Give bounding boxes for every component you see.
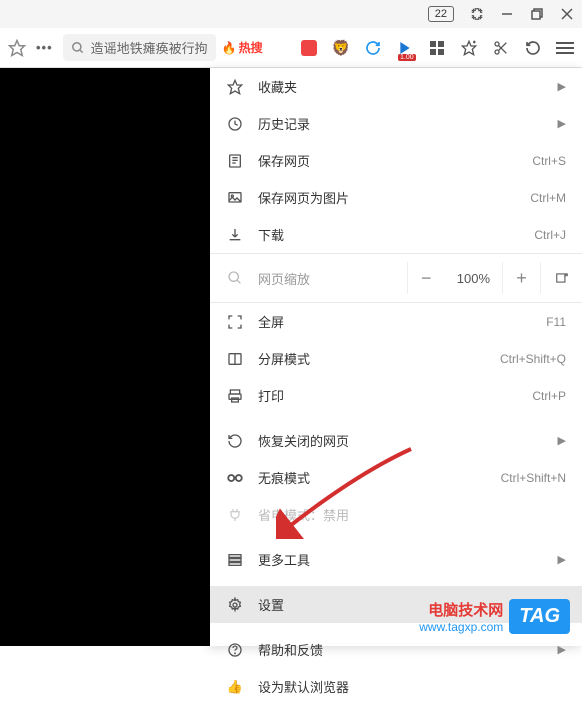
- image-icon: [226, 189, 244, 207]
- menu-item-incognito[interactable]: 无痕模式 Ctrl+Shift+N: [210, 459, 582, 496]
- menu-label: 设为默认浏览器: [258, 677, 566, 696]
- thumbs-up-icon: 👍: [226, 678, 244, 696]
- menu-item-save-page[interactable]: 保存网页 Ctrl+S: [210, 142, 582, 179]
- menu-label: 全屏: [258, 312, 532, 331]
- menu-label: 更多工具: [258, 550, 544, 569]
- fullscreen-icon: [226, 313, 244, 331]
- close-button[interactable]: [560, 7, 574, 21]
- menu-label: 历史记录: [258, 114, 544, 133]
- star-icon: [226, 78, 244, 96]
- help-icon: [226, 641, 244, 659]
- menu-label: 保存网页: [258, 151, 518, 170]
- content-area: 收藏夹 ▶ 历史记录 ▶ 保存网页 Ctrl+S 保存网页为图片 Ctrl+M: [0, 68, 582, 646]
- extension-icon[interactable]: [470, 7, 484, 21]
- main-menu-dropdown: 收藏夹 ▶ 历史记录 ▶ 保存网页 Ctrl+S 保存网页为图片 Ctrl+M: [210, 68, 582, 646]
- gear-icon: [226, 596, 244, 614]
- menu-item-favorites[interactable]: 收藏夹 ▶: [210, 68, 582, 105]
- menu-shortcut: Ctrl+P: [532, 389, 566, 403]
- menu-item-print[interactable]: 打印 Ctrl+P: [210, 377, 582, 414]
- chevron-right-icon: ▶: [558, 643, 566, 656]
- watermark: 电脑技术网 www.tagxp.com TAG: [419, 599, 570, 634]
- chevron-right-icon: ▶: [558, 80, 566, 93]
- apps-grid-icon[interactable]: [428, 39, 446, 57]
- menu-item-history[interactable]: 历史记录 ▶: [210, 105, 582, 142]
- more-options[interactable]: •••: [32, 40, 57, 55]
- menu-item-split-screen[interactable]: 分屏模式 Ctrl+Shift+Q: [210, 340, 582, 377]
- minimize-button[interactable]: [500, 7, 514, 21]
- menu-item-more-tools[interactable]: 更多工具 ▶: [210, 541, 582, 578]
- hot-search-badge[interactable]: 🔥 热搜: [222, 39, 263, 56]
- menu-shortcut: Ctrl+Shift+Q: [500, 352, 566, 366]
- flame-icon: 🔥: [222, 41, 237, 55]
- scissors-icon[interactable]: [492, 39, 510, 57]
- search-box[interactable]: 造谣地铁瘫痪被行拘: [63, 34, 216, 61]
- tag-badge: TAG: [509, 599, 570, 634]
- video-icon[interactable]: [396, 39, 414, 57]
- search-text: 造谣地铁瘫痪被行拘: [91, 38, 208, 57]
- menu-label: 收藏夹: [258, 77, 544, 96]
- menu-item-restore-closed[interactable]: 恢复关闭的网页 ▶: [210, 422, 582, 459]
- undo-icon[interactable]: [524, 39, 542, 57]
- menu-label: 保存网页为图片: [258, 188, 516, 207]
- watermark-url: www.tagxp.com: [419, 620, 503, 634]
- menu-item-help[interactable]: 帮助和反馈 ▶: [210, 631, 582, 668]
- lion-icon[interactable]: 🦁: [332, 39, 350, 57]
- menu-item-power-save[interactable]: 省电模式：禁用: [210, 496, 582, 533]
- zoom-in-button[interactable]: +: [502, 262, 540, 294]
- plug-icon: [226, 506, 244, 524]
- zoom-expand-button[interactable]: [540, 262, 582, 294]
- shield-icon[interactable]: [300, 39, 318, 57]
- menu-label: 下载: [258, 225, 520, 244]
- zoom-search-icon: [226, 269, 244, 287]
- menu-label: 无痕模式: [258, 468, 487, 487]
- window-controls: 22: [0, 0, 582, 28]
- browser-toolbar: ••• 造谣地铁瘫痪被行拘 🔥 热搜 🦁: [0, 28, 582, 68]
- menu-label: 恢复关闭的网页: [258, 431, 544, 450]
- zoom-row: 网页缩放 − 100% +: [210, 253, 582, 303]
- maximize-button[interactable]: [530, 7, 544, 21]
- zoom-out-button[interactable]: −: [407, 262, 445, 294]
- menu-shortcut: Ctrl+S: [532, 154, 566, 168]
- chevron-right-icon: ▶: [558, 434, 566, 447]
- chevron-right-icon: ▶: [558, 553, 566, 566]
- search-icon: [71, 41, 85, 55]
- menu-item-save-image[interactable]: 保存网页为图片 Ctrl+M: [210, 179, 582, 216]
- refresh-icon[interactable]: [364, 39, 382, 57]
- add-favorite-icon[interactable]: [460, 39, 478, 57]
- menu-label: 帮助和反馈: [258, 640, 544, 659]
- chevron-right-icon: ▶: [558, 117, 566, 130]
- bookmark-icon[interactable]: [8, 39, 26, 57]
- menu-item-downloads[interactable]: 下载 Ctrl+J: [210, 216, 582, 253]
- print-icon: [226, 387, 244, 405]
- menu-shortcut: Ctrl+J: [534, 228, 566, 242]
- clock-icon: [226, 115, 244, 133]
- incognito-icon: [226, 469, 244, 487]
- download-icon: [226, 226, 244, 244]
- menu-label: 省电模式：禁用: [258, 505, 566, 524]
- split-screen-icon: [226, 350, 244, 368]
- menu-shortcut: Ctrl+Shift+N: [501, 471, 566, 485]
- restore-icon: [226, 432, 244, 450]
- watermark-title: 电脑技术网: [428, 599, 503, 620]
- menu-label: 分屏模式: [258, 349, 486, 368]
- zoom-label: 网页缩放: [258, 269, 393, 288]
- hamburger-menu[interactable]: [556, 39, 574, 57]
- tools-icon: [226, 551, 244, 569]
- menu-item-set-default[interactable]: 👍 设为默认浏览器: [210, 668, 582, 705]
- menu-label: 打印: [258, 386, 518, 405]
- menu-shortcut: F11: [546, 315, 566, 329]
- tab-count-badge[interactable]: 22: [428, 6, 454, 22]
- menu-shortcut: Ctrl+M: [530, 191, 566, 205]
- page-content: [0, 68, 210, 646]
- save-icon: [226, 152, 244, 170]
- menu-item-fullscreen[interactable]: 全屏 F11: [210, 303, 582, 340]
- zoom-value: 100%: [445, 271, 502, 286]
